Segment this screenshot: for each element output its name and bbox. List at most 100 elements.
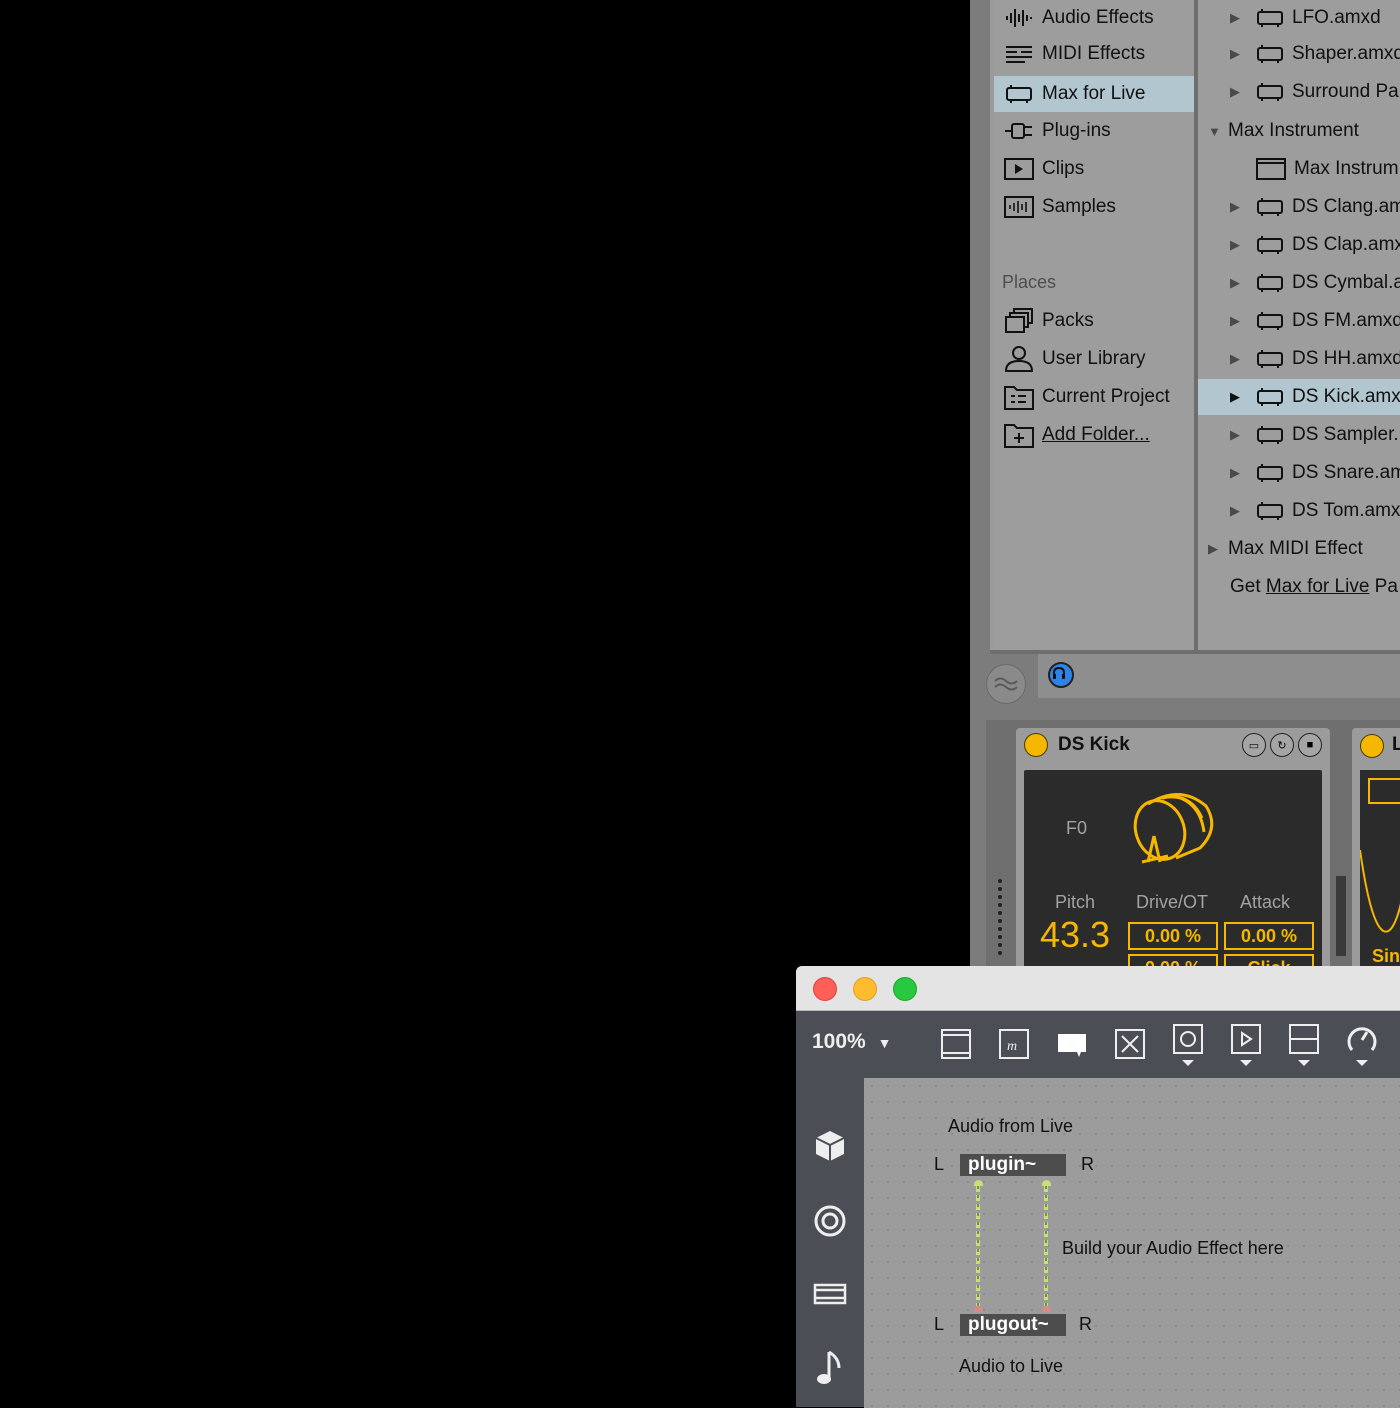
get-max-for-live-packs-link[interactable]: Get Max for Live Pa: [1198, 569, 1400, 605]
comment-icon[interactable]: [1054, 1026, 1090, 1062]
place-packs[interactable]: Packs: [994, 303, 1194, 339]
second-device-activator[interactable]: [1360, 734, 1384, 758]
disclosure-closed-icon[interactable]: ▶: [1230, 199, 1242, 215]
category-midi-effects[interactable]: MIDI Effects: [994, 36, 1194, 72]
disclosure-closed-icon[interactable]: ▶: [1230, 465, 1242, 481]
build-effect-comment: Build your Audio Effect here: [1062, 1238, 1284, 1258]
waveform-selector[interactable]: [1368, 778, 1400, 804]
disclosure-closed-icon[interactable]: ▶: [1230, 84, 1242, 100]
plugin-object[interactable]: plugin~: [960, 1154, 1066, 1176]
drive-value-box[interactable]: 0.00 %: [1128, 922, 1218, 950]
browser-item-label: DS FM.amxd: [1292, 310, 1400, 331]
browser-item-label: DS Sampler.: [1292, 424, 1399, 445]
browser-file-item[interactable]: ▶ DS HH.amxd: [1198, 341, 1400, 377]
toggle-object-icon[interactable]: [1170, 1024, 1206, 1066]
browser-folder-item[interactable]: ▶ Max MIDI Effect: [1198, 531, 1400, 567]
place-current-project[interactable]: Current Project: [994, 379, 1194, 415]
max-device-icon: [1256, 387, 1284, 407]
browser-file-item[interactable]: ▶ DS Clang.am: [1198, 189, 1400, 225]
dial-object-icon[interactable]: [1344, 1026, 1380, 1066]
add-folder-icon: [1004, 423, 1034, 448]
browser-file-item[interactable]: ▶ DS Kick.amx: [1198, 379, 1400, 415]
browser-item-label: DS Clap.amx: [1292, 234, 1400, 255]
category-plugins[interactable]: Plug-ins: [994, 113, 1194, 149]
disclosure-closed-icon[interactable]: ▶: [1230, 351, 1242, 367]
music-note-icon[interactable]: [812, 1350, 848, 1386]
disclosure-closed-icon[interactable]: ▶: [1230, 237, 1242, 253]
browser-file-item[interactable]: ▶ DS Sampler.: [1198, 417, 1400, 453]
disclosure-closed-icon[interactable]: ▶: [1230, 46, 1242, 62]
browser-file-item[interactable]: ▶ DS Cymbal.a: [1198, 265, 1400, 301]
browser-file-item[interactable]: ▶ Shaper.amxd: [1198, 36, 1400, 72]
pitch-value[interactable]: 43.3: [1040, 914, 1110, 956]
attack-value-box[interactable]: 0.00 %: [1224, 922, 1314, 950]
slider-object-icon[interactable]: [1286, 1024, 1322, 1066]
edit-device-icon[interactable]: ▭: [1242, 733, 1266, 757]
left-channel-label-out: L: [934, 1314, 945, 1334]
category-audio-effects[interactable]: Audio Effects: [994, 0, 1194, 36]
target-icon[interactable]: [812, 1203, 848, 1239]
browser-file-item[interactable]: Max Instrum: [1198, 151, 1400, 187]
browser-file-item[interactable]: ▶ Surround Pa: [1198, 74, 1400, 110]
disclosure-open-icon[interactable]: ▼: [1208, 124, 1221, 139]
browser-file-item[interactable]: ▶ DS FM.amxd: [1198, 303, 1400, 339]
browser-item-label: Surround Pa: [1292, 81, 1399, 102]
film-icon[interactable]: [812, 1276, 848, 1312]
place-user-library[interactable]: User Library: [994, 341, 1194, 377]
disclosure-closed-icon[interactable]: ▶: [1230, 275, 1242, 291]
browser-file-item[interactable]: ▶ DS Tom.amx: [1198, 493, 1400, 529]
zoom-window-button[interactable]: [893, 977, 917, 1001]
disclosure-closed-icon[interactable]: ▶: [1230, 389, 1242, 405]
plugout-object[interactable]: plugout~: [960, 1314, 1066, 1336]
max-device-icon: [1256, 197, 1284, 217]
category-samples[interactable]: Samples: [994, 189, 1194, 225]
browser-item-label: Max Instrum: [1294, 158, 1399, 179]
place-add-folder[interactable]: Add Folder...: [994, 417, 1194, 453]
audio-from-live-comment: Audio from Live: [948, 1116, 1074, 1136]
minimize-window-button[interactable]: [853, 977, 877, 1001]
category-max-for-live[interactable]: Max for Live: [994, 76, 1194, 112]
drive-label: Drive/OT: [1136, 892, 1208, 912]
cube-icon[interactable]: [812, 1128, 848, 1164]
patch-cords[interactable]: [960, 1186, 1060, 1308]
place-label: Packs: [1042, 310, 1094, 331]
presentation-mode-icon[interactable]: [938, 1026, 974, 1062]
max-for-live-link[interactable]: Max for Live: [1266, 576, 1369, 598]
groove-pool-button[interactable]: [986, 664, 1026, 704]
get-more-prefix: Get: [1230, 576, 1266, 597]
packs-icon: [1004, 308, 1034, 333]
device-activator-button[interactable]: [1024, 733, 1048, 757]
browser-file-item[interactable]: ▶ LFO.amxd: [1198, 0, 1400, 36]
right-channel-label: R: [1081, 1154, 1094, 1174]
category-clips[interactable]: Clips: [994, 151, 1194, 187]
max-device-icon: [1256, 349, 1284, 369]
browser-folder-item[interactable]: ▼ Max Instrument: [1198, 113, 1400, 149]
current-project-icon: [1004, 385, 1034, 410]
headphones-icon[interactable]: [1048, 662, 1074, 688]
device-chain-grip[interactable]: [996, 878, 1004, 958]
hot-swap-icon[interactable]: ↻: [1270, 733, 1294, 757]
browser-file-item[interactable]: ▶ DS Snare.am: [1198, 455, 1400, 491]
disclosure-closed-icon[interactable]: ▶: [1230, 313, 1242, 329]
add-folder-link[interactable]: Add Folder...: [1042, 424, 1150, 446]
save-preset-icon[interactable]: ■: [1298, 733, 1322, 757]
plugout-inlet-right[interactable]: [1042, 1306, 1051, 1312]
disclosure-closed-icon[interactable]: ▶: [1230, 503, 1242, 519]
disclosure-closed-icon[interactable]: ▶: [1230, 10, 1242, 26]
plugout-inlet-left[interactable]: [974, 1306, 983, 1312]
second-device-name: L: [1392, 734, 1400, 755]
disclosure-closed-icon[interactable]: ▶: [1230, 427, 1242, 443]
browser-file-item[interactable]: ▶ DS Clap.amx: [1198, 227, 1400, 263]
close-window-button[interactable]: [813, 977, 837, 1001]
user-library-icon: [1004, 346, 1034, 372]
zoom-dropdown[interactable]: 100% ▼: [812, 1030, 891, 1054]
midi-effects-icon: [1004, 42, 1034, 66]
play-object-icon[interactable]: [1228, 1024, 1264, 1066]
button-object-icon[interactable]: [1112, 1026, 1148, 1062]
audio-to-live-comment: Audio to Live: [959, 1356, 1064, 1376]
info-bar: [1038, 652, 1400, 698]
device-title-bar[interactable]: DS Kick ▭ ↻ ■: [1016, 728, 1330, 762]
new-object-icon[interactable]: m: [996, 1026, 1032, 1062]
window-titlebar[interactable]: [796, 966, 1400, 1011]
disclosure-closed-icon[interactable]: ▶: [1208, 541, 1220, 557]
